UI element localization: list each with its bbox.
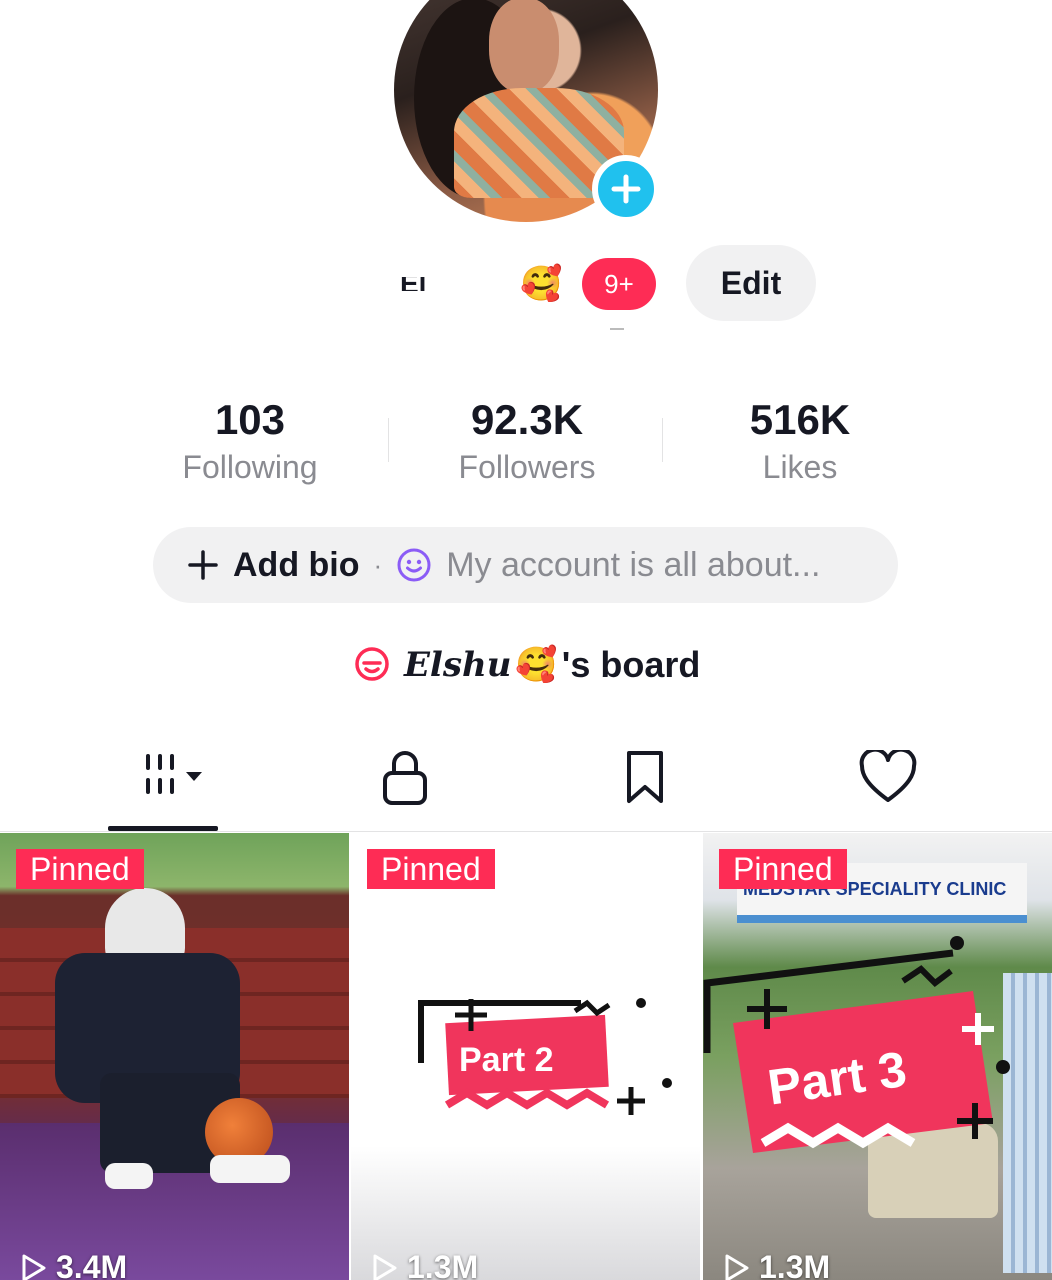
username-row: El 🥰 [400,256,562,312]
stat-value: 516K [749,396,851,443]
bookmark-icon [627,751,663,803]
bio-separator: · [373,549,383,580]
board-owner-name: Elshu [404,645,512,685]
notification-badge[interactable]: 9+ [582,258,656,310]
stat-divider [388,418,389,462]
view-count-text: 1.3M [407,1249,479,1280]
edit-profile-button[interactable]: Edit [686,245,816,321]
view-count: 1.3M [369,1249,478,1280]
add-bio-button[interactable]: Add bio · My account is all about... [153,527,898,603]
pinned-badge: Pinned [367,849,495,889]
username-emoji: 🥰 [520,265,563,303]
add-story-button[interactable] [592,155,660,223]
pinned-badge: Pinned [16,849,144,889]
heart-icon [859,750,917,802]
plus-icon [188,550,218,580]
video-tile[interactable]: MEDSTAR SPECIALITY CLINIC Part 3 Pinned … [703,833,1052,1280]
board-suffix: 's board [561,644,701,685]
tab-videos[interactable] [120,742,220,812]
video-tile[interactable]: Pinned 3.4M [0,833,349,1280]
board-icon [355,647,389,681]
view-count-text: 1.3M [759,1249,831,1280]
view-count: 1.3M [721,1249,830,1280]
username-text: El [400,277,520,291]
stat-value: 92.3K [470,396,584,443]
avatar-face [489,0,559,93]
tabs-divider [0,831,1052,832]
stat-value: 103 [214,396,286,443]
stat-label: Followers [458,449,596,485]
tab-saved[interactable] [605,742,685,812]
play-icon [373,1254,397,1280]
plus-icon [611,174,641,204]
lock-icon [383,751,427,805]
tab-liked[interactable] [845,742,931,812]
thumbnail-shoe [210,1155,290,1183]
stat-label: Following [182,449,318,485]
bio-placeholder: My account is all about... [446,545,821,584]
tab-private[interactable] [365,742,445,812]
stat-likes[interactable]: 516K Likes [710,396,890,490]
stat-label: Likes [762,449,838,485]
thumbnail-shoe [105,1163,153,1189]
view-count-text: 3.4M [56,1249,128,1280]
pinned-badge: Pinned [719,849,847,889]
stat-divider [662,418,663,462]
view-count: 3.4M [18,1249,127,1280]
add-bio-label: Add bio [233,545,360,584]
play-icon [725,1254,749,1280]
divider [610,328,624,330]
board-link[interactable]: Elshu 🥰 's board [352,640,700,690]
play-icon [22,1254,46,1280]
smile-icon [397,548,431,582]
part-2-graphic: Part 2 [418,998,672,1115]
stat-followers[interactable]: 92.3K Followers [427,396,627,490]
video-tile[interactable]: Part 2 Pinned 1.3M [351,833,700,1280]
part-2-text: Part 2 [459,1041,554,1079]
board-emoji: 🥰 [515,646,558,684]
stat-following[interactable]: 103 Following [160,396,340,490]
part-3-graphic: Part 3 [703,936,1010,1153]
grid-bars-icon [146,754,202,794]
